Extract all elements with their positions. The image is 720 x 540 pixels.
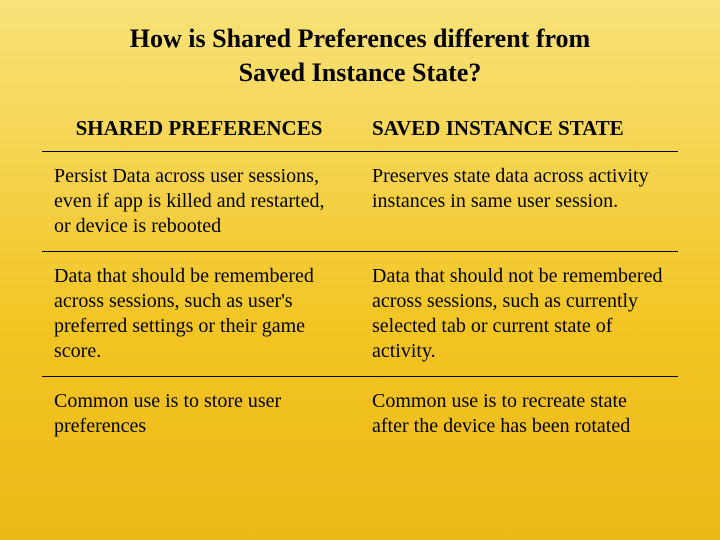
cell-right: Preserves state data across activity ins…	[360, 151, 678, 251]
cell-right: Common use is to recreate state after th…	[360, 376, 678, 451]
table-header-row: SHARED PREFERENCES SAVED INSTANCE STATE	[42, 108, 678, 152]
cell-left: Data that should be remembered across se…	[42, 251, 360, 376]
slide-title: How is Shared Preferences different from…	[0, 0, 720, 108]
title-line-1: How is Shared Preferences different from	[130, 24, 590, 53]
cell-right: Data that should not be remembered acros…	[360, 251, 678, 376]
header-saved-instance-state: SAVED INSTANCE STATE	[360, 108, 678, 152]
table-row: Common use is to store user preferences …	[42, 376, 678, 451]
cell-left: Common use is to store user preferences	[42, 376, 360, 451]
table-row: Data that should be remembered across se…	[42, 251, 678, 376]
comparison-table: SHARED PREFERENCES SAVED INSTANCE STATE …	[42, 108, 678, 451]
table-row: Persist Data across user sessions, even …	[42, 151, 678, 251]
title-line-2: Saved Instance State?	[239, 58, 482, 87]
header-shared-preferences: SHARED PREFERENCES	[42, 108, 360, 152]
cell-left: Persist Data across user sessions, even …	[42, 151, 360, 251]
